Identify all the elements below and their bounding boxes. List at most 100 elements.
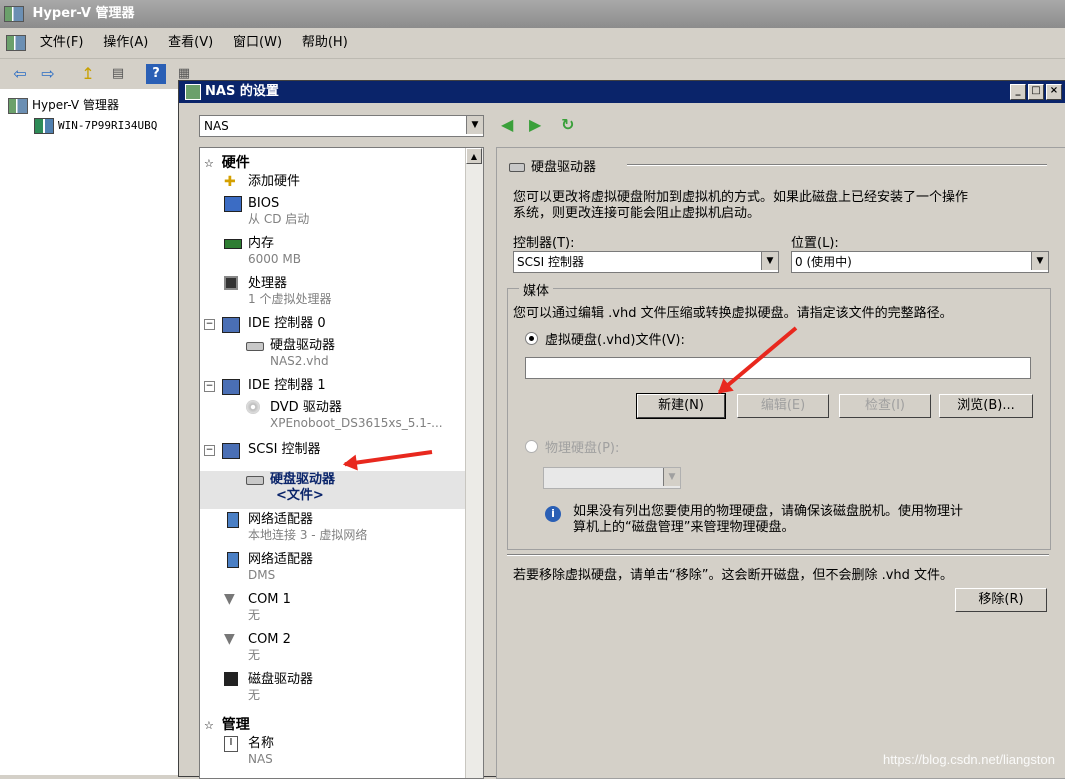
menu-window[interactable]: 窗口(W) [225,28,290,58]
list-item-com1[interactable]: ▼ COM 1无 [224,592,291,623]
maximize-button[interactable]: □ [1028,84,1044,100]
info-text: 如果没有列出您要使用的物理硬盘，请确保该磁盘脱机。使用物理计 算机上的“磁盘管理… [573,504,963,536]
menu-view[interactable]: 查看(V) [160,28,221,58]
edit-button[interactable]: 编辑(E) [737,394,829,418]
chevron-down-icon[interactable]: ▼ [761,252,778,270]
memory-sub: 6000 MB [248,252,301,266]
minimize-button[interactable]: _ [1010,84,1026,100]
hyperv-manager-icon [8,97,28,114]
hard-drive-icon [246,342,264,351]
browse-button[interactable]: 浏览(B)... [939,394,1033,418]
tree-item-server[interactable]: WIN-7P99RI34UBQ [34,115,157,135]
collapse-section-icon[interactable]: ☆ [204,719,214,732]
app-icon [4,5,24,22]
hard-drive-icon [246,476,264,485]
vm-select[interactable]: NAS ▼ [199,115,484,137]
vm-select-value: NAS [204,119,229,133]
forward-arrow-icon[interactable]: ⇨ [38,64,58,84]
vhd-radio-label: 虚拟硬盘(.vhd)文件(V): [545,333,685,348]
close-button[interactable]: × [1046,84,1062,100]
network-adapter-icon [227,552,239,568]
com1-label: COM 1 [248,592,291,607]
floppy-label: 磁盘驱动器 [248,672,314,687]
net2-label: 网络适配器 [248,552,314,567]
ide0-disk-label: 硬盘驱动器 [270,338,336,353]
controller-select[interactable]: SCSI 控制器 ▼ [513,251,779,273]
physical-disk-select[interactable]: ▼ [543,467,681,489]
list-item-network-adapter-2[interactable]: 网络适配器 DMS [224,552,313,583]
scrollbar[interactable]: ▲ [465,148,483,778]
dvd-disc-icon [246,400,260,414]
net2-sub: DMS [248,568,276,582]
list-item-add-hardware[interactable]: ✚ 添加硬件 [224,174,300,190]
net1-label: 网络适配器 [248,512,314,527]
tree-root-hyperv-manager[interactable]: Hyper-V 管理器 [8,95,119,115]
com-port-icon: ▼ [224,631,235,647]
info-line-2: 算机上的“磁盘管理”来管理物理硬盘。 [573,520,795,535]
collapse-icon[interactable]: − [204,445,215,456]
list-item-scsi-hard-drive[interactable]: 硬盘驱动器 <文件> [246,472,335,504]
vhd-path-input[interactable] [525,357,1031,379]
com1-sub: 无 [248,608,261,622]
list-item-floppy-drive[interactable]: 磁盘驱动器无 [224,672,313,703]
menu-file[interactable]: 文件(F) [32,28,92,58]
list-item-scsi-controller[interactable]: − SCSI 控制器 [204,442,321,459]
processor-label: 处理器 [248,276,288,291]
inspect-button[interactable]: 检查(I) [839,394,931,418]
chevron-down-icon[interactable]: ▼ [466,116,483,134]
chevron-down-icon[interactable]: ▼ [663,468,680,486]
remove-button[interactable]: 移除(R) [955,588,1047,612]
menu-action[interactable]: 操作(A) [95,28,156,58]
menu-help[interactable]: 帮助(H) [294,28,356,58]
physical-disk-radio[interactable] [525,440,538,453]
ide0-label: IDE 控制器 0 [248,316,326,331]
info-icon: i [545,506,561,522]
list-item-name[interactable]: I 名称 NAS [224,736,274,767]
settings-icon [185,83,201,100]
previous-vm-icon[interactable]: ◀ [501,115,513,135]
dvd-label: DVD 驱动器 [270,400,342,415]
network-adapter-icon [227,512,239,528]
new-button[interactable]: 新建(N) [636,393,726,419]
processor-icon [224,276,238,290]
info-line-1: 如果没有列出您要使用的物理硬盘，请确保该磁盘脱机。使用物理计 [573,504,964,519]
scroll-up-icon[interactable]: ▲ [466,148,482,164]
settings-description: 您可以更改将虚拟硬盘附加到虚拟机的方式。如果此磁盘上已经安装了一个操作 系统，则… [513,190,968,222]
refresh-icon[interactable]: ↻ [561,115,574,135]
list-item-bios[interactable]: BIOS 从 CD 启动 [224,196,309,227]
chevron-down-icon[interactable]: ▼ [1031,252,1048,270]
list-item-ide0-hard-drive[interactable]: 硬盘驱动器 NAS2.vhd [246,338,335,369]
tree-root-label: Hyper-V 管理器 [32,98,119,112]
physical-disk-radio-label: 物理硬盘(P): [545,441,620,456]
bios-sub: 从 CD 启动 [248,212,310,226]
list-item-processor[interactable]: 处理器 1 个虚拟处理器 [224,276,331,307]
list-item-com2[interactable]: ▼ COM 2无 [224,632,291,663]
list-item-memory[interactable]: 内存 6000 MB [224,236,301,267]
section-management[interactable]: ☆ 管理 [204,714,250,734]
list-item-network-adapter-1[interactable]: 网络适配器 本地连接 3 - 虚拟网络 [224,512,367,543]
list-item-dvd-drive[interactable]: DVD 驱动器 XPEnoboot_DS3615xs_5.1-... [246,400,443,431]
remove-description: 若要移除虚拟硬盘，请单击“移除”。这会断开磁盘，但不会删除 .vhd 文件。 [513,568,954,583]
up-folder-icon[interactable]: ↥ [78,64,98,84]
processor-sub: 1 个虚拟处理器 [248,292,332,306]
scsi-disk-label: 硬盘驱动器 [270,472,336,487]
show-hide-tree-icon[interactable]: ▤ [108,64,128,84]
next-vm-icon[interactable]: ▶ [529,115,541,135]
ide-controller-icon [222,379,240,395]
list-item-ide-controller-1[interactable]: − IDE 控制器 1 [204,378,326,395]
name-sub: NAS [248,752,273,766]
collapse-section-icon[interactable]: ☆ [204,157,214,170]
tree-server-label: WIN-7P99RI34UBQ [58,119,158,132]
ide0-disk-sub: NAS2.vhd [270,354,329,368]
vhd-radio[interactable] [525,332,538,345]
location-select[interactable]: 0 (使用中) ▼ [791,251,1049,273]
collapse-icon[interactable]: − [204,381,215,392]
list-item-ide-controller-0[interactable]: − IDE 控制器 0 [204,316,326,333]
help-icon[interactable]: ? [146,64,166,84]
back-arrow-icon[interactable]: ⇦ [10,64,30,84]
section-hardware[interactable]: ☆ 硬件 [204,152,250,172]
scsi-controller-icon [222,443,240,459]
controller-label: 控制器(T): [513,236,575,251]
collapse-icon[interactable]: − [204,319,215,330]
heading-divider [627,164,1047,166]
